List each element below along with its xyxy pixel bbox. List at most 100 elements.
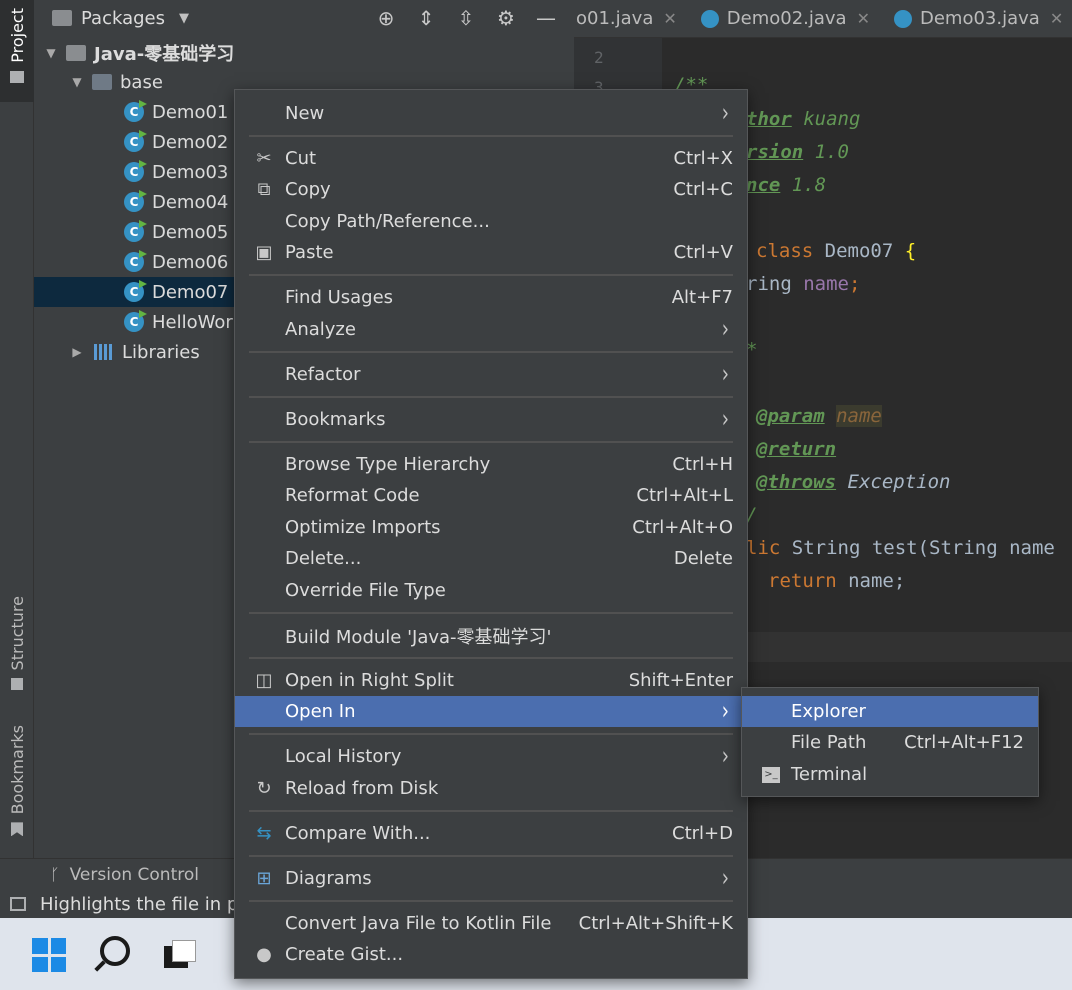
submenu-item-explorer[interactable]: Explorer xyxy=(742,696,1038,727)
bookmarks-tab-label: Bookmarks xyxy=(7,725,27,815)
menu-item-open-right-split[interactable]: ◫ Open in Right Split Shift+Enter xyxy=(235,665,747,696)
tab-demo03[interactable]: Demo03.java ✕ xyxy=(882,0,1072,37)
open-in-submenu: Explorer File Path Ctrl+Alt+F12 >_ Termi… xyxy=(741,687,1039,797)
method-keyword: lic xyxy=(746,537,781,559)
locate-icon[interactable]: ⊕ xyxy=(374,6,398,30)
menu-item-diagrams[interactable]: ⊞ Diagrams › xyxy=(235,863,747,894)
menu-label: Diagrams xyxy=(285,868,372,889)
class-name: HelloWor xyxy=(152,311,233,333)
close-icon[interactable]: ✕ xyxy=(857,9,870,28)
submenu-item-file-path[interactable]: File Path Ctrl+Alt+F12 xyxy=(742,727,1038,758)
collapse-all-icon[interactable]: ⇳ xyxy=(454,6,478,30)
java-class-icon: C xyxy=(124,282,144,302)
diagram-icon: ⊞ xyxy=(256,868,272,889)
version-tag: rsion xyxy=(746,141,804,163)
menu-label: Open in Right Split xyxy=(285,670,454,691)
structure-icon xyxy=(11,678,23,691)
menu-item-convert-kotlin[interactable]: Convert Java File to Kotlin File Ctrl+Al… xyxy=(235,908,747,939)
menu-label: Copy Path/Reference... xyxy=(285,211,490,232)
menu-item-analyze[interactable]: Analyze › xyxy=(235,314,747,345)
java-class-icon: C xyxy=(124,102,144,122)
chevron-right-icon: › xyxy=(721,696,729,727)
task-view-icon[interactable] xyxy=(164,940,196,968)
menu-item-override-file-type[interactable]: Override File Type xyxy=(235,575,747,606)
menu-label: Refactor xyxy=(285,364,361,385)
menu-separator xyxy=(249,612,733,614)
menu-item-copy-path[interactable]: Copy Path/Reference... xyxy=(235,206,747,237)
github-icon: ● xyxy=(256,944,272,965)
tab-demo01[interactable]: o01.java ✕ xyxy=(574,0,689,37)
windows-start-icon[interactable] xyxy=(32,938,66,972)
menu-item-refactor[interactable]: Refactor › xyxy=(235,359,747,390)
gear-icon[interactable]: ⚙ xyxy=(494,6,518,30)
menu-item-cut[interactable]: ✂ Cut Ctrl+X xyxy=(235,143,747,174)
menu-label: Reformat Code xyxy=(285,485,420,506)
version-control-tab[interactable]: ᚴ Version Control xyxy=(50,865,199,885)
editor-tabs: o01.java ✕ Demo02.java ✕ Demo03.java ✕ xyxy=(574,0,1072,38)
context-menu: New › ✂ Cut Ctrl+X ⧉ Copy Ctrl+C Copy Pa… xyxy=(234,89,748,979)
close-icon[interactable]: ✕ xyxy=(1050,9,1063,28)
menu-separator xyxy=(249,351,733,353)
menu-separator xyxy=(249,810,733,812)
code-line: return name; xyxy=(768,570,905,592)
java-class-icon: C xyxy=(124,192,144,212)
menu-item-new[interactable]: New › xyxy=(235,98,747,129)
menu-label: Browse Type Hierarchy xyxy=(285,454,491,475)
class-keyword: class xyxy=(756,240,814,262)
tab-label: Demo03.java xyxy=(920,8,1040,29)
chevron-right-icon: › xyxy=(721,863,729,894)
menu-shortcut: Alt+F7 xyxy=(671,287,733,308)
menu-item-optimize-imports[interactable]: Optimize Imports Ctrl+Alt+O xyxy=(235,512,747,543)
menu-item-reload-from-disk[interactable]: ↻ Reload from Disk xyxy=(235,773,747,804)
tree-project-root[interactable]: ▼ Java-零基础学习 xyxy=(34,38,574,68)
menu-item-reformat-code[interactable]: Reformat Code Ctrl+Alt+L xyxy=(235,480,747,511)
tool-window-stripe: Project Structure Bookmarks xyxy=(0,0,34,858)
expand-all-icon[interactable]: ⇕ xyxy=(414,6,438,30)
menu-item-browse-hierarchy[interactable]: Browse Type Hierarchy Ctrl+H xyxy=(235,449,747,480)
menu-item-create-gist[interactable]: ● Create Gist... xyxy=(235,939,747,970)
menu-shortcut: Delete xyxy=(673,548,733,569)
compare-icon: ⇆ xyxy=(256,823,272,844)
menu-label: Copy xyxy=(285,179,331,200)
panel-header: Packages ▼ ⊕ ⇕ ⇳ ⚙ — xyxy=(34,0,574,36)
window-icon[interactable] xyxy=(10,897,26,911)
structure-tool-tab[interactable]: Structure xyxy=(0,596,34,691)
java-class-icon: C xyxy=(124,132,144,152)
code-line: @throws Exception xyxy=(756,471,950,493)
view-selector[interactable]: Packages ▼ xyxy=(52,8,189,29)
chevron-right-icon: › xyxy=(721,314,729,345)
structure-tab-label: Structure xyxy=(7,596,27,671)
menu-separator xyxy=(249,900,733,902)
field-type: ring xyxy=(746,273,792,295)
project-tool-tab[interactable]: Project xyxy=(0,0,34,102)
menu-separator xyxy=(249,274,733,276)
menu-item-paste[interactable]: ▣ Paste Ctrl+V xyxy=(235,237,747,268)
submenu-label: File Path xyxy=(791,732,867,753)
chevron-down-icon[interactable]: ▼ xyxy=(44,46,58,60)
menu-item-open-in[interactable]: Open In › xyxy=(235,696,747,727)
hide-icon[interactable]: — xyxy=(534,6,558,30)
throws-tag: @throws xyxy=(756,471,837,493)
menu-separator xyxy=(249,135,733,137)
menu-shortcut: Ctrl+Alt+O xyxy=(632,517,733,538)
menu-item-local-history[interactable]: Local History › xyxy=(235,741,747,772)
search-icon[interactable] xyxy=(100,936,130,966)
menu-item-build-module[interactable]: Build Module 'Java-零基础学习' xyxy=(235,620,747,651)
menu-item-bookmarks[interactable]: Bookmarks › xyxy=(235,404,747,435)
chevron-right-icon: › xyxy=(721,98,729,129)
class-name: Demo04 xyxy=(152,191,229,213)
version-value: 1.0 xyxy=(803,141,849,163)
menu-item-delete[interactable]: Delete... Delete xyxy=(235,543,747,574)
submenu-shortcut: Ctrl+Alt+F12 xyxy=(904,732,1024,753)
menu-item-find-usages[interactable]: Find Usages Alt+F7 xyxy=(235,282,747,313)
bookmarks-tool-tab[interactable]: Bookmarks xyxy=(0,725,34,837)
reload-icon: ↻ xyxy=(256,778,272,799)
tab-demo02[interactable]: Demo02.java ✕ xyxy=(689,0,882,37)
chevron-down-icon[interactable]: ▼ xyxy=(70,75,84,89)
close-icon[interactable]: ✕ xyxy=(663,9,676,28)
menu-item-compare-with[interactable]: ⇆ Compare With... Ctrl+D xyxy=(235,818,747,849)
chevron-right-icon[interactable]: ▶ xyxy=(70,345,84,359)
split-icon: ◫ xyxy=(255,670,273,691)
submenu-item-terminal[interactable]: >_ Terminal xyxy=(742,759,1038,790)
menu-item-copy[interactable]: ⧉ Copy Ctrl+C xyxy=(235,174,747,205)
